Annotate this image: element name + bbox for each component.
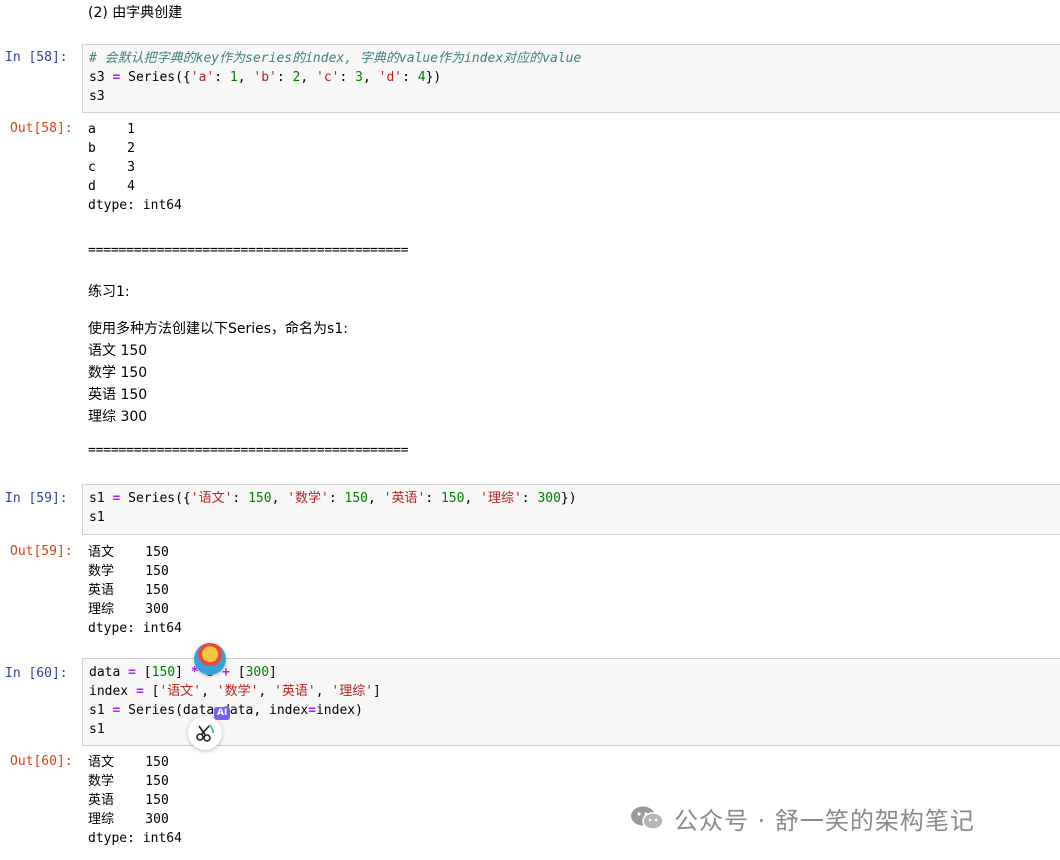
watermark-text: 公众号 · 舒一笑的架构笔记 — [674, 806, 975, 835]
output-line: c 3 — [88, 160, 135, 175]
output-line: 英语 150 — [88, 583, 169, 598]
code-line: s1 — [89, 510, 105, 525]
output-line: 语文 150 — [88, 545, 169, 560]
code-line: s1 = Series({'语文': 150, '数学': 150, '英语':… — [89, 491, 577, 506]
output-line: 语文 150 — [88, 755, 169, 770]
code-cell-58[interactable]: # 会默认把字典的key作为series的index, 字典的value作为in… — [82, 44, 1060, 113]
scissors-icon[interactable] — [188, 716, 222, 750]
code-line: s3 — [89, 89, 105, 104]
in-prompt-58: In [58]: — [5, 50, 68, 65]
output-line: dtype: int64 — [88, 831, 182, 846]
separator-line: ========================================… — [88, 243, 409, 258]
scissors-glyph-icon — [196, 724, 214, 742]
code-comment: # 会默认把字典的key作为series的index, 字典的value作为in… — [89, 51, 582, 66]
output-line: dtype: int64 — [88, 621, 182, 636]
separator-line: ========================================… — [88, 443, 409, 458]
exercise-item: 理综 300 — [88, 409, 148, 425]
out-prompt-58: Out[58]: — [10, 121, 73, 136]
code-cell-60[interactable]: data = [150] * 3 + [300] index = ['语文', … — [82, 658, 1060, 746]
exercise-item: 英语 150 — [88, 387, 148, 403]
code-line: index = ['语文', '数学', '英语', '理综'] — [89, 684, 381, 699]
code-line: s3 = Series({'a': 1, 'b': 2, 'c': 3, 'd'… — [89, 70, 442, 85]
output-line: a 1 — [88, 122, 135, 137]
out-prompt-60: Out[60]: — [10, 754, 73, 769]
output-line: 数学 150 — [88, 564, 169, 579]
output-line: 英语 150 — [88, 793, 169, 808]
output-line: d 4 — [88, 179, 135, 194]
code-line: data = [150] * 3 + [300] — [89, 665, 277, 680]
out-prompt-59: Out[59]: — [10, 544, 73, 559]
exercise-item: 语文 150 — [88, 343, 148, 359]
output-60: 语文 150 数学 150 英语 150 理综 300 dtype: int64 — [88, 753, 182, 848]
output-58: a 1 b 2 c 3 d 4 dtype: int64 — [88, 120, 182, 215]
code-line: s1 = Series(data=data, index=index) — [89, 703, 363, 718]
output-line: b 2 — [88, 141, 135, 156]
output-line: 理综 300 — [88, 812, 169, 827]
exercise-title: 练习1: — [88, 284, 130, 300]
output-59: 语文 150 数学 150 英语 150 理综 300 dtype: int64 — [88, 543, 182, 638]
code-line: s1 — [89, 722, 105, 737]
watermark: 公众号 · 舒一笑的架构笔记 — [630, 800, 975, 836]
section-heading: (2) 由字典创建 — [88, 5, 183, 21]
code-cell-59[interactable]: s1 = Series({'语文': 150, '数学': 150, '英语':… — [82, 484, 1060, 535]
exercise-instruction: 使用多种方法创建以下Series，命名为s1: — [88, 321, 348, 337]
wechat-icon — [630, 805, 664, 831]
floating-assistant-icon[interactable] — [194, 643, 226, 675]
ai-badge[interactable]: AI — [214, 707, 231, 720]
in-prompt-60: In [60]: — [5, 666, 68, 681]
output-line: 数学 150 — [88, 774, 169, 789]
output-line: 理综 300 — [88, 602, 169, 617]
exercise-item: 数学 150 — [88, 365, 148, 381]
output-line: dtype: int64 — [88, 198, 182, 213]
in-prompt-59: In [59]: — [5, 491, 68, 506]
